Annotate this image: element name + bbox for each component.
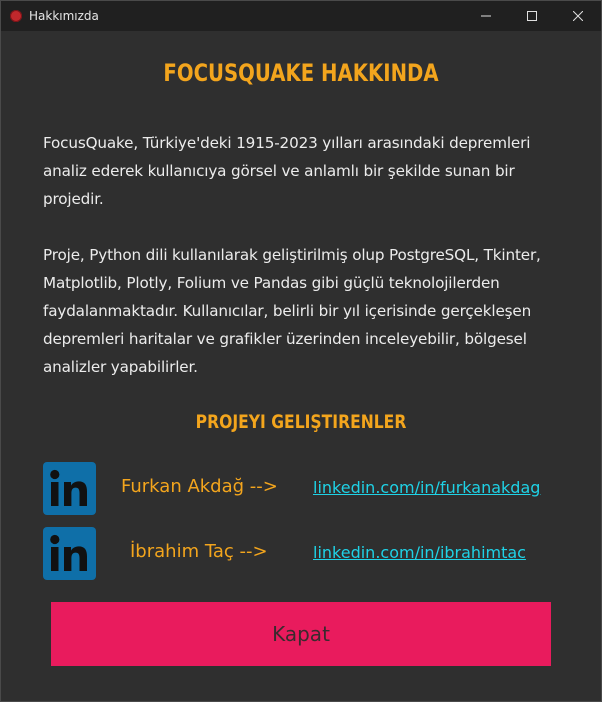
linkedin-icon[interactable] [43,527,96,580]
close-window-button[interactable] [555,1,601,31]
minimize-icon [481,15,491,17]
close-button[interactable]: Kapat [51,602,551,666]
developer-row: Furkan Akdağ --> linkedin.com/in/furkana… [1,462,601,516]
window-controls [463,1,601,31]
about-window: Hakkımızda FOCUSQUAKE HAKKINDA FocusQuak… [0,0,602,702]
developer-linkedin-link[interactable]: linkedin.com/in/ibrahimtac [313,543,526,562]
window-title: Hakkımızda [29,9,99,23]
maximize-button[interactable] [509,1,555,31]
description-paragraph: FocusQuake, Türkiye'deki 1915-2023 yılla… [43,134,531,208]
title-bar[interactable]: Hakkımızda [1,1,601,31]
developer-row: İbrahim Taç --> linkedin.com/in/ibrahimt… [1,527,601,581]
minimize-button[interactable] [463,1,509,31]
maximize-icon [527,11,537,21]
about-content: FOCUSQUAKE HAKKINDA FocusQuake, Türkiye'… [1,31,601,701]
linkedin-icon[interactable] [43,462,96,515]
app-icon [10,10,22,22]
developers-heading: PROJEYI GELIŞTIRENLER [195,411,407,433]
close-icon [573,11,583,21]
developer-name: Furkan Akdağ --> [121,476,278,497]
technology-paragraph: Proje, Python dili kullanılarak geliştir… [43,246,541,376]
page-title: FOCUSQUAKE HAKKINDA [163,59,439,87]
developer-linkedin-link[interactable]: linkedin.com/in/furkanakdag [313,478,540,497]
developer-name: İbrahim Taç --> [130,541,268,562]
